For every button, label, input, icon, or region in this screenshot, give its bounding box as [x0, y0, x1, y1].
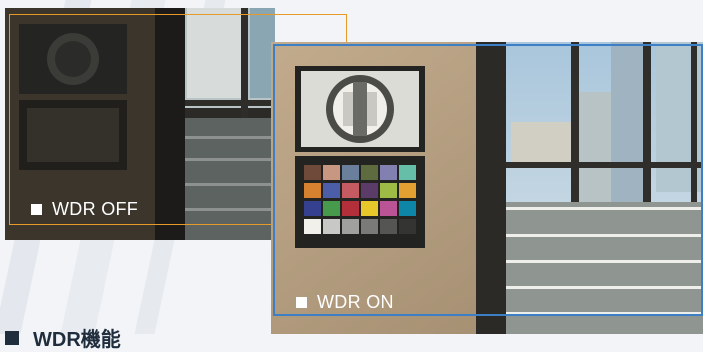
section-heading-text: WDR機能	[33, 329, 121, 351]
square-bullet-icon	[296, 297, 307, 308]
wdr-on-label: WDR ON	[296, 292, 394, 313]
square-bullet-icon	[31, 204, 42, 215]
wdr-on-frame	[273, 44, 703, 316]
wdr-off-label-text: WDR OFF	[52, 199, 139, 219]
wdr-off-label: WDR OFF	[31, 199, 138, 220]
square-bullet-icon	[5, 330, 19, 345]
section-heading: WDR機能	[5, 323, 121, 352]
wdr-on-label-text: WDR ON	[317, 292, 394, 312]
